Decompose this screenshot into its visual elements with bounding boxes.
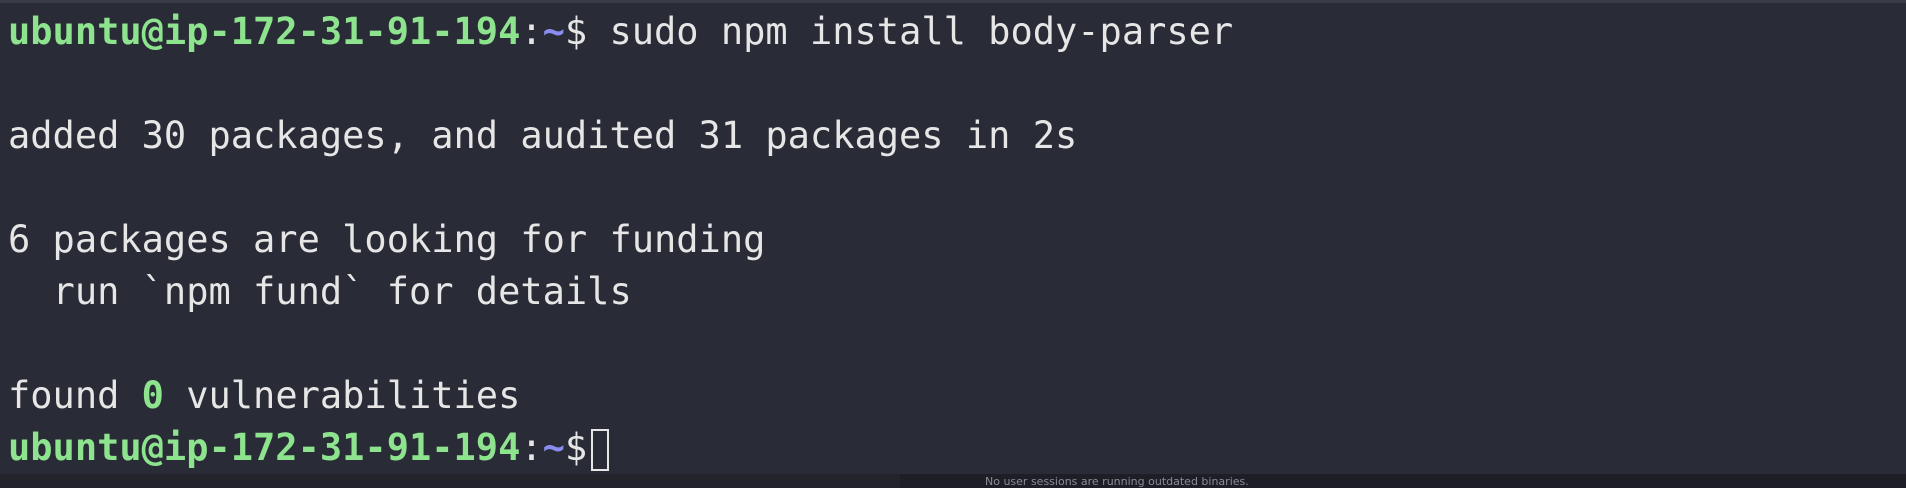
prompt-user-host: ubuntu@ip-172-31-91-194	[8, 426, 521, 469]
window-top-edge	[0, 0, 1906, 3]
background-window-panel	[0, 474, 900, 488]
vulnerabilities-line: found 0 vulnerabilities	[8, 370, 1906, 422]
prompt-dollar: $	[564, 10, 588, 53]
found-suffix: vulnerabilities	[163, 374, 521, 417]
active-prompt-line[interactable]: ubuntu@ip-172-31-91-194:~$	[8, 422, 1906, 474]
command-text: sudo npm install body-parser	[587, 10, 1234, 53]
background-window-text: No user sessions are running outdated bi…	[985, 475, 1249, 488]
found-prefix: found	[8, 374, 142, 417]
prompt-path: ~	[542, 426, 565, 469]
prompt-colon: :	[520, 426, 543, 469]
funding-line: 6 packages are looking for funding	[8, 218, 766, 261]
prompt-colon: :	[520, 10, 543, 53]
added-packages-line: added 30 packages, and audited 31 packag…	[8, 114, 1078, 157]
terminal-output: ubuntu@ip-172-31-91-194:~$ sudo npm inst…	[8, 6, 1906, 474]
prompt-path: ~	[542, 10, 565, 53]
prompt-dollar: $	[564, 426, 588, 469]
fund-hint-line: run `npm fund` for details	[8, 270, 632, 313]
prompt-user-host: ubuntu@ip-172-31-91-194	[8, 10, 521, 53]
background-window-strip: No user sessions are running outdated bi…	[0, 474, 1906, 488]
command-line: ubuntu@ip-172-31-91-194:~$ sudo npm inst…	[8, 6, 1906, 58]
text-cursor[interactable]	[591, 428, 610, 471]
vulnerability-count: 0	[141, 374, 164, 417]
terminal-window[interactable]: ubuntu@ip-172-31-91-194:~$ sudo npm inst…	[0, 0, 1906, 488]
